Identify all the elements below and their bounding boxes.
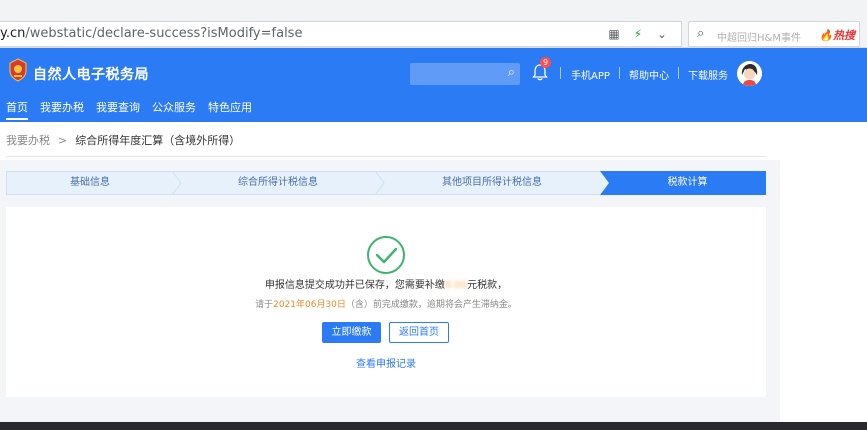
- breadcrumb-parent[interactable]: 我要办税: [6, 132, 50, 148]
- header-separator: [560, 67, 561, 79]
- site-title[interactable]: 自然人电子税务局: [33, 64, 149, 84]
- address-bar[interactable]: y.cn/webstatic/declare-success?isModify=…: [0, 21, 682, 47]
- help-center-link[interactable]: 帮助中心: [629, 67, 669, 82]
- success-message-suffix: 元税款，: [467, 280, 508, 291]
- header-separator: [678, 67, 679, 79]
- site-search-input[interactable]: ⌕: [410, 63, 520, 85]
- search-icon: ⌕: [697, 26, 705, 41]
- right-gutter: [780, 122, 867, 430]
- pay-now-button[interactable]: 立即缴款: [322, 322, 381, 343]
- avatar[interactable]: [737, 61, 762, 86]
- deadline-prefix: 请于: [255, 300, 274, 310]
- nav-item-special-apps[interactable]: 特色应用: [202, 100, 258, 122]
- nav-item-home[interactable]: 首页: [0, 100, 34, 122]
- mobile-app-link[interactable]: 手机APP: [571, 67, 610, 82]
- chevron-down-icon[interactable]: ⌄: [655, 27, 669, 41]
- breadcrumb: 我要办税 > 综合所得年度汇算（含境外所得）: [6, 132, 240, 148]
- url-host: y.cn: [0, 26, 26, 41]
- url-text[interactable]: y.cn/webstatic/declare-success?isModify=…: [0, 26, 302, 41]
- step-other-income: 其他项目所得计税信息: [442, 177, 542, 188]
- url-path: /webstatic/declare-success?isModify=fals…: [25, 26, 303, 41]
- step-basic-info: 基础信息: [70, 177, 110, 188]
- view-records-link-text[interactable]: 查看申报记录: [356, 359, 416, 370]
- nav-item-public-service[interactable]: 公众服务: [146, 100, 202, 122]
- browser-search-box[interactable]: ⌕ 中超回归H&M事件 🔥热搜: [688, 21, 860, 47]
- success-message: 申报信息提交成功并已保存，您需要补缴0.00元税款，: [0, 276, 772, 291]
- search-hint: 中超回归H&M事件: [717, 33, 801, 44]
- download-service-link[interactable]: 下载服务: [688, 67, 728, 82]
- progress-stepper: 基础信息 综合所得计税信息 其他项目所得计税信息 税款计算: [6, 171, 766, 195]
- lightning-icon[interactable]: ⚡: [631, 27, 645, 41]
- main-nav: 首页 我要办税 我要查询 公众服务 特色应用: [0, 100, 258, 122]
- browser-toolbar: y.cn/webstatic/declare-success?isModify=…: [0, 0, 867, 48]
- step-tax-calculation: 税款计算: [667, 177, 708, 188]
- success-message-text: 申报信息提交成功并已保存，您需要补缴: [264, 280, 445, 291]
- nav-item-tax-handling[interactable]: 我要办税: [34, 100, 90, 122]
- tax-emblem-icon: [9, 58, 27, 82]
- back-home-button[interactable]: 返回首页: [389, 322, 449, 343]
- hot-search-text: 热搜: [833, 29, 855, 42]
- step-comprehensive-income: 综合所得计税信息: [238, 177, 318, 188]
- search-icon[interactable]: ⌕: [508, 65, 515, 80]
- breadcrumb-current: 综合所得年度汇算（含境外所得）: [75, 134, 241, 147]
- qr-code-icon[interactable]: ▦: [607, 27, 621, 41]
- nav-item-query[interactable]: 我要查询: [90, 100, 146, 122]
- address-bar-icons: ▦ ⚡ ⌄: [607, 27, 669, 41]
- deadline-suffix: （含）前完成缴款，逾期将会产生滞纳金。: [345, 300, 517, 310]
- tax-amount: 0.00: [444, 280, 468, 291]
- header-separator: [619, 67, 620, 79]
- taskbar-strip: [0, 422, 867, 430]
- divider: [6, 156, 766, 157]
- view-records-link: 查看申报记录: [0, 355, 772, 370]
- notification-badge: 9: [540, 57, 551, 68]
- deadline-notice: 请于2021年06月30日（含）前完成缴款，逾期将会产生滞纳金。: [0, 297, 772, 310]
- success-check-icon: [367, 236, 405, 274]
- hot-search-label[interactable]: 🔥热搜: [819, 27, 855, 43]
- deadline-date: 2021年06月30日: [273, 300, 346, 310]
- breadcrumb-separator: >: [58, 133, 68, 147]
